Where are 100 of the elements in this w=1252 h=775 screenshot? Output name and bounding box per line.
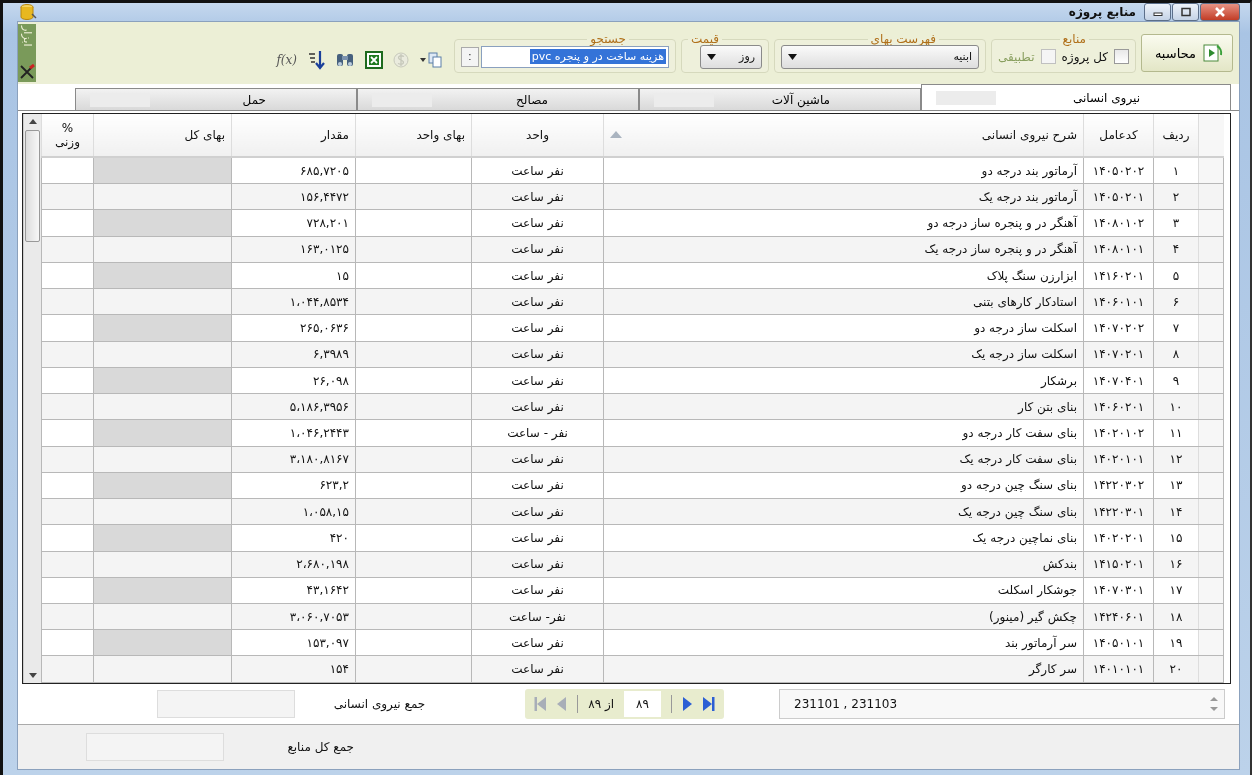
table-cell: نفر- ساعت xyxy=(509,609,566,624)
table-cell: ۱۴۰۶۰۲۰۱ xyxy=(1092,399,1145,414)
column-header[interactable]: واحد xyxy=(471,114,604,157)
table-cell: نفر ساعت xyxy=(511,373,564,388)
table-cell: ۱،۰۵۸,۱۵ xyxy=(302,504,349,519)
table-cell: بندکش xyxy=(1042,557,1077,572)
table-cell: ۲۶۵,۰۶۳۶ xyxy=(300,321,349,336)
table-cell: نفر ساعت xyxy=(511,583,564,598)
table-cell: ۲،۶۸۰,۱۹۸ xyxy=(296,557,349,572)
table-cell: ۱۸ xyxy=(1169,609,1183,624)
scrollbar-thumb[interactable] xyxy=(25,130,40,242)
table-cell: بنای سفت کار درجه یک xyxy=(959,452,1077,467)
table-cell: بنای سفت کار درجه دو xyxy=(962,425,1077,440)
table-cell: آرماتور بند درجه یک xyxy=(978,189,1077,204)
table-cell: جوشکار اسکلت xyxy=(997,583,1077,598)
table-cell: ۱ xyxy=(1172,163,1180,178)
table-cell: ۴ xyxy=(1172,242,1180,257)
search-options-button[interactable]: : xyxy=(460,46,479,67)
table-cell: ۱۴۰۲۰۲۰۱ xyxy=(1092,530,1145,545)
maximize-button[interactable] xyxy=(1172,3,1199,21)
table-cell: ۱۴۰۱۰۱۰۱ xyxy=(1092,662,1145,677)
table-cell: آرماتور بند درجه دو xyxy=(981,163,1077,178)
database-icon xyxy=(19,3,37,21)
checkbox-label: کل پروژه xyxy=(1061,49,1108,64)
table-cell: ۶ xyxy=(1172,294,1180,309)
caret-icon xyxy=(707,53,717,60)
table-cell: ۱۱ xyxy=(1169,425,1183,440)
table-cell: ۱۵۶,۴۴۷۲ xyxy=(300,189,349,204)
table-cell: نفر ساعت xyxy=(511,635,564,650)
column-header[interactable]: بهای کل xyxy=(93,114,232,157)
table-cell: ۱۴۰۵۰۲۰۲ xyxy=(1092,163,1145,178)
table-cell: ۱۴۰۶۰۱۰۱ xyxy=(1092,294,1145,309)
table-cell: نفر ساعت xyxy=(511,242,564,257)
tab[interactable]: حمل xyxy=(75,88,357,110)
minimize-button[interactable] xyxy=(1144,3,1171,21)
total-label: جمع کل منابع xyxy=(286,740,354,754)
table-cell: ۱۹ xyxy=(1169,635,1183,650)
table-cell: ۲ xyxy=(1172,189,1180,204)
column-header[interactable]: کدعامل xyxy=(1083,114,1154,157)
tools-icon[interactable] xyxy=(19,64,35,80)
table-cell: ۳،۱۸۰,۸۱۶۷ xyxy=(289,452,349,467)
spreadsheet-icon[interactable] xyxy=(364,51,383,69)
tab[interactable]: نیروی انسانی xyxy=(921,84,1231,110)
table-cell: نفر ساعت xyxy=(511,294,564,309)
table-cell: نفر ساعت xyxy=(511,478,564,493)
table-cell: ۱۴۰۷۰۲۰۲ xyxy=(1092,321,1145,336)
sort-down-icon[interactable] xyxy=(306,50,325,70)
table-cell: ۱۴۰۸۰۱۰۲ xyxy=(1092,216,1145,231)
table-cell: چکش گیر (مینور) xyxy=(989,609,1077,624)
table-cell: نفر ساعت xyxy=(511,216,564,231)
vertical-scrollbar[interactable] xyxy=(23,114,41,683)
column-header[interactable]: شرح نیروی انسانی xyxy=(603,114,1084,157)
table-cell: اسکلت ساز درجه دو xyxy=(974,321,1077,336)
table-cell: ۴۲۰ xyxy=(329,530,349,545)
formula-button[interactable]: f(x) xyxy=(276,53,297,67)
calculate-button[interactable]: محاسبه xyxy=(1141,34,1233,72)
table-cell: ۳،۰۶۰,۷۰۵۳ xyxy=(289,609,349,624)
column-header[interactable]: ردیف xyxy=(1153,114,1199,157)
table-cell: ۱۴۰۲۰۱۰۱ xyxy=(1092,452,1145,467)
table-cell: ۵ xyxy=(1172,268,1180,283)
table-cell: ابزارزن سنگ پلاک xyxy=(986,268,1077,283)
table-cell: ۶۸۵,۷۲۰۵ xyxy=(300,163,349,178)
table-cell: ۱۴۰۷۰۴۰۱ xyxy=(1092,373,1145,388)
tab[interactable]: مصالح xyxy=(357,88,639,110)
table-cell: ۹ xyxy=(1172,373,1180,388)
table-cell: ۱۴۰۸۰۱۰۱ xyxy=(1092,242,1145,257)
binoculars-icon[interactable] xyxy=(334,52,355,68)
price-dropdown[interactable]: روز xyxy=(700,44,763,69)
column-header[interactable]: بهای واحد xyxy=(355,114,472,157)
scroll-up-icon[interactable] xyxy=(28,118,37,124)
last-page-button[interactable] xyxy=(702,696,716,712)
table-cell: نفر ساعت xyxy=(511,504,564,519)
search-field[interactable]: هزینه ساخت در و پنجره pvc xyxy=(480,45,669,68)
table-cell: اسکلت ساز درجه یک xyxy=(971,347,1077,362)
table-cell: سر آرماتور بند xyxy=(1004,635,1077,650)
tab[interactable]: ماشین آلات xyxy=(639,88,921,110)
table-cell: ۱۰ xyxy=(1169,399,1183,414)
table-cell: نفر ساعت xyxy=(511,557,564,572)
table-cell: نفر ساعت xyxy=(511,321,564,336)
table-cell: آهنگر در و پنجره ساز درجه دو xyxy=(927,216,1077,231)
table-cell: ۱۴۱۵۰۲۰۱ xyxy=(1092,557,1145,572)
scroll-down-icon[interactable] xyxy=(28,673,37,679)
checkbox[interactable] xyxy=(1114,49,1129,64)
group-label: منابع xyxy=(1061,33,1087,45)
table-cell: ۱۲ xyxy=(1169,452,1183,467)
price-list-dropdown[interactable]: ابنیه xyxy=(781,44,980,69)
table-cell: برشکار xyxy=(1040,373,1077,388)
page-count: از ۸۹ xyxy=(588,697,615,711)
codes-field[interactable]: 231101 , 231103 xyxy=(779,689,1225,719)
table-cell: ۱۴۰۵۰۲۰۱ xyxy=(1092,189,1145,204)
table-cell: بنای بتن کار xyxy=(1018,399,1077,414)
page-number-field[interactable]: ۸۹ xyxy=(624,691,661,717)
next-page-button[interactable] xyxy=(682,696,692,712)
table-cell: نفر ساعت xyxy=(511,268,564,283)
table-cell: ۳ xyxy=(1172,216,1180,231)
spin-arrows-icon[interactable] xyxy=(1210,695,1218,713)
copy-button[interactable] xyxy=(418,51,443,69)
column-header[interactable]: مقدار xyxy=(231,114,356,157)
close-button[interactable] xyxy=(1200,3,1240,21)
column-header[interactable]: % وزنی xyxy=(41,114,94,157)
